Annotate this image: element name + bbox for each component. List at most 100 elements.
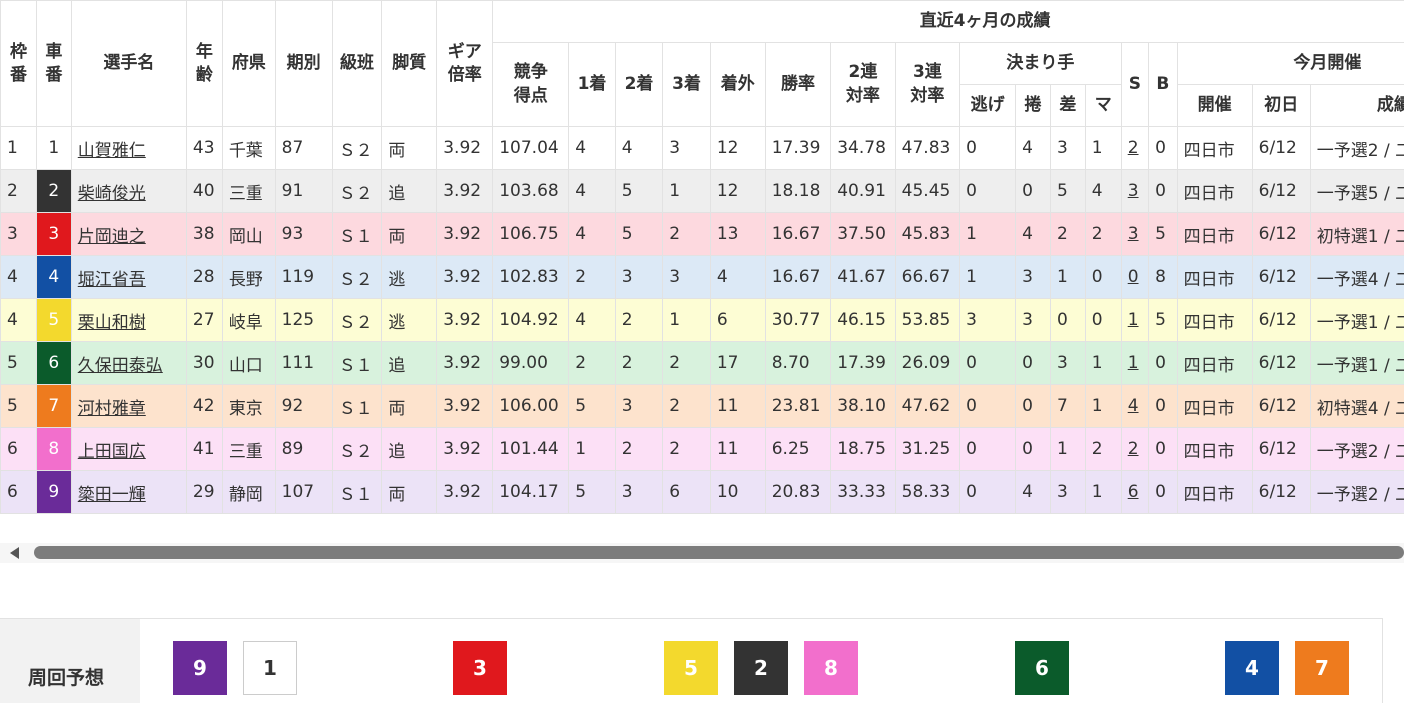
- cell-third: 6: [663, 471, 711, 514]
- cell-waku: 5: [1, 342, 37, 385]
- s-count-link[interactable]: 3: [1128, 181, 1139, 201]
- rider-name-link[interactable]: 柴崎俊光: [78, 184, 146, 204]
- s-count-link[interactable]: 2: [1128, 439, 1139, 459]
- col-gear: ギア 倍率: [437, 1, 493, 127]
- cell-sashi: 1: [1050, 428, 1085, 471]
- cell-waku: 5: [1, 385, 37, 428]
- car-number-badge: 1: [36, 127, 71, 170]
- table-row: 45栗山和樹27岐阜125Ｓ２逃3.92104.92421630.7746.15…: [1, 299, 1404, 342]
- rider-name-link[interactable]: 河村雅章: [78, 399, 146, 419]
- cell-sashi: 3: [1050, 342, 1085, 385]
- cell-outside: 12: [710, 127, 765, 170]
- cell-b: 0: [1149, 170, 1178, 213]
- cell-gear: 3.92: [437, 170, 493, 213]
- cell-first: 1: [569, 428, 615, 471]
- cell-nige: 0: [960, 385, 1016, 428]
- horizontal-scrollbar[interactable]: [0, 543, 1404, 563]
- s-count-link[interactable]: 1: [1128, 353, 1139, 373]
- s-count-link[interactable]: 6: [1128, 482, 1139, 502]
- s-count-link[interactable]: 0: [1128, 267, 1139, 287]
- col-nige: 逃げ: [960, 85, 1016, 127]
- cell-first-day: 6/12: [1252, 170, 1310, 213]
- cell-outside: 6: [710, 299, 765, 342]
- rider-name-link[interactable]: 久保田泰弘: [78, 356, 163, 376]
- cell-rate3: 66.67: [895, 256, 959, 299]
- cell-makuri: 4: [1016, 127, 1051, 170]
- rider-name-link[interactable]: 簗田一輝: [78, 485, 146, 505]
- cell-gear: 3.92: [437, 342, 493, 385]
- cell-mark: 2: [1085, 213, 1121, 256]
- cell-b: 0: [1149, 385, 1178, 428]
- cell-venue: 四日市: [1177, 127, 1252, 170]
- cell-venue: 四日市: [1177, 256, 1252, 299]
- cell-first-day: 6/12: [1252, 299, 1310, 342]
- cell-gear: 3.92: [437, 428, 493, 471]
- cell-score: 104.92: [493, 299, 569, 342]
- cell-venue: 四日市: [1177, 299, 1252, 342]
- cell-term: 119: [275, 256, 332, 299]
- cell-win-rate: 16.67: [765, 213, 830, 256]
- table-row: 11山賀雅仁43千葉87Ｓ２両3.92107.044431217.3934.78…: [1, 127, 1404, 170]
- cell-rate3: 26.09: [895, 342, 959, 385]
- cell-makuri: 4: [1016, 213, 1051, 256]
- cell-age: 30: [186, 342, 222, 385]
- car-number-badge: 4: [36, 256, 71, 299]
- cell-waku: 3: [1, 213, 37, 256]
- cell-nige: 0: [960, 471, 1016, 514]
- scroll-left-arrow-icon[interactable]: [10, 547, 19, 559]
- cell-results: 一予選1 / 二予選2: [1310, 342, 1404, 385]
- cell-b: 0: [1149, 342, 1178, 385]
- col-outside: 着外: [710, 43, 765, 127]
- cell-third: 2: [663, 342, 711, 385]
- table-header: 枠 番 車 番 選手名 年 齢 府県 期別 級班 脚質 ギア 倍率 直近4ヶ月の…: [1, 1, 1404, 127]
- cell-rate2: 46.15: [831, 299, 895, 342]
- cell-style: 逃: [382, 299, 437, 342]
- cell-outside: 12: [710, 170, 765, 213]
- rider-name-link[interactable]: 山賀雅仁: [78, 141, 146, 161]
- cell-makuri: 0: [1016, 385, 1051, 428]
- cell-pref: 静岡: [222, 471, 275, 514]
- cell-gear: 3.92: [437, 299, 493, 342]
- rider-name-link[interactable]: 上田国広: [78, 442, 146, 462]
- scrollbar-thumb[interactable]: [34, 546, 1404, 559]
- cell-s: 2: [1121, 127, 1148, 170]
- cell-rate3: 45.45: [895, 170, 959, 213]
- cell-class: Ｓ２: [332, 299, 382, 342]
- cell-score: 104.17: [493, 471, 569, 514]
- cell-mark: 1: [1085, 127, 1121, 170]
- cell-age: 42: [186, 385, 222, 428]
- cell-b: 0: [1149, 471, 1178, 514]
- cell-nige: 3: [960, 299, 1016, 342]
- forecast-car-7: 7: [1295, 641, 1349, 695]
- rider-name-link[interactable]: 片岡迪之: [78, 227, 146, 247]
- s-count-link[interactable]: 2: [1128, 138, 1139, 158]
- cell-gear: 3.92: [437, 213, 493, 256]
- cell-third: 3: [663, 127, 711, 170]
- cell-makuri: 0: [1016, 170, 1051, 213]
- cell-results: 一予選5 / 二予選3: [1310, 170, 1404, 213]
- cell-first-day: 6/12: [1252, 127, 1310, 170]
- cell-term: 87: [275, 127, 332, 170]
- table-row: 33片岡迪之38岡山93Ｓ１両3.92106.754521316.6737.50…: [1, 213, 1404, 256]
- cell-rate2: 33.33: [831, 471, 895, 514]
- cell-waku: 6: [1, 471, 37, 514]
- entry-table-scroll-area[interactable]: 枠 番 車 番 選手名 年 齢 府県 期別 級班 脚質 ギア 倍率 直近4ヶ月の…: [0, 0, 1404, 514]
- cell-age: 43: [186, 127, 222, 170]
- s-count-link[interactable]: 1: [1128, 310, 1139, 330]
- cell-venue: 四日市: [1177, 342, 1252, 385]
- rider-name-link[interactable]: 栗山和樹: [78, 313, 146, 333]
- s-count-link[interactable]: 3: [1128, 224, 1139, 244]
- cell-results: 一予選2 / 二予選1: [1310, 127, 1404, 170]
- cell-gear: 3.92: [437, 385, 493, 428]
- cell-makuri: 0: [1016, 342, 1051, 385]
- cell-pref: 三重: [222, 170, 275, 213]
- table-row: 44堀江省吾28長野119Ｓ２逃3.92102.83233416.6741.67…: [1, 256, 1404, 299]
- cell-mark: 4: [1085, 170, 1121, 213]
- s-count-link[interactable]: 4: [1128, 396, 1139, 416]
- rider-name-link[interactable]: 堀江省吾: [78, 270, 146, 290]
- group-this-month: 今月開催: [1177, 43, 1404, 85]
- cell-score: 101.44: [493, 428, 569, 471]
- cell-term: 125: [275, 299, 332, 342]
- cell-s: 3: [1121, 170, 1148, 213]
- cell-age: 28: [186, 256, 222, 299]
